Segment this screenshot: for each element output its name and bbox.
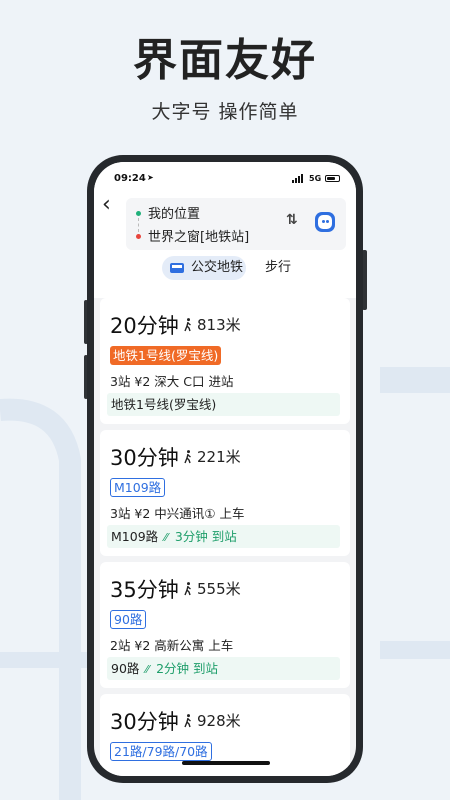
route-input-box: 我的位置 世界之窗[地铁站] ⇅ [126, 198, 346, 250]
detail-line: 地铁1号线(罗宝线) [111, 397, 217, 412]
signal-icon [292, 174, 306, 183]
plan-detail: 地铁1号线(罗宝线) [107, 393, 340, 416]
network-type: 5G [309, 174, 322, 183]
plan-info: 2站 ¥2 高新公寓 上车 [110, 638, 234, 653]
plan-card[interactable]: 20分钟 813米 地铁1号线(罗宝线) 3站 ¥2 深大 C口 进站 地铁1号… [100, 298, 350, 424]
plan-card[interactable]: 30分钟 221米 M109路 3站 ¥2 中兴通讯① 上车 M109路 ⁄⁄ … [100, 430, 350, 556]
battery-icon [325, 175, 340, 182]
walk-distance: 221米 [197, 448, 241, 466]
plan-detail: 90路 ⁄⁄ 2分钟 到站 [107, 657, 340, 680]
promo-title: 界面友好 [133, 35, 317, 86]
walk-icon [184, 318, 191, 332]
tab-transit[interactable]: 公交地铁 [162, 256, 246, 280]
walk-icon [184, 714, 191, 728]
plan-detail: M109路 ⁄⁄ 3分钟 到站 [107, 525, 340, 548]
line-badge: M109路 [110, 478, 166, 497]
realtime-icon: ⁄⁄ [164, 531, 168, 544]
plan-info: 3站 ¥2 深大 C口 进站 [110, 374, 234, 389]
destination-dot-icon [136, 234, 141, 239]
status-time: 09:24 [114, 173, 146, 184]
tab-walk[interactable]: 步行 [265, 256, 291, 280]
detail-line: 90路 [111, 661, 140, 676]
walk-icon [184, 450, 191, 464]
arrival-eta: 2分钟 到站 [156, 661, 218, 676]
realtime-icon: ⁄⁄ [145, 663, 150, 676]
origin-field[interactable]: 我的位置 [148, 203, 200, 222]
walk-distance: 928米 [197, 712, 241, 730]
phone-screen: 09:24 ➤ 5G ‹ 我的位置 世界之窗[地铁站] ⇅ 公交地铁 步行 20… [94, 162, 356, 776]
line-badge: 地铁1号线(罗宝线) [110, 346, 222, 365]
walk-distance: 555米 [197, 580, 241, 598]
plan-duration: 30分钟 [110, 446, 179, 470]
origin-dot-icon [136, 211, 141, 216]
status-bar: 09:24 ➤ 5G [94, 162, 356, 192]
mode-tabs: 公交地铁 步行 [94, 256, 356, 282]
bus-icon [170, 263, 184, 273]
route-connector [138, 218, 139, 232]
destination-field[interactable]: 世界之窗[地铁站] [148, 226, 249, 245]
location-arrow-icon: ➤ [147, 173, 154, 182]
assistant-bot-icon[interactable] [315, 212, 335, 232]
arrival-eta: 3分钟 到站 [174, 529, 237, 544]
line-badge: 90路 [110, 610, 147, 629]
walk-icon [184, 582, 191, 596]
route-header: ‹ 我的位置 世界之窗[地铁站] ⇅ 公交地铁 步行 [94, 192, 356, 298]
plan-duration: 35分钟 [110, 578, 179, 602]
swap-direction-icon[interactable]: ⇅ [286, 212, 298, 228]
home-indicator [182, 761, 270, 765]
plan-duration: 30分钟 [110, 710, 179, 734]
walk-distance: 813米 [197, 316, 241, 334]
tab-transit-label: 公交地铁 [191, 260, 244, 275]
back-chevron-icon[interactable]: ‹ [102, 194, 111, 216]
line-badge: 21路/79路/70路 [110, 742, 212, 761]
phone-frame: 09:24 ➤ 5G ‹ 我的位置 世界之窗[地铁站] ⇅ 公交地铁 步行 20… [87, 155, 363, 783]
plan-info: 3站 ¥2 中兴通讯① 上车 [110, 506, 245, 521]
plan-card[interactable]: 35分钟 555米 90路 2站 ¥2 高新公寓 上车 90路 ⁄⁄ 2分钟 到… [100, 562, 350, 688]
plan-duration: 20分钟 [110, 314, 179, 338]
promo-subtitle: 大字号 操作简单 [151, 101, 299, 123]
detail-line: M109路 [111, 529, 159, 544]
